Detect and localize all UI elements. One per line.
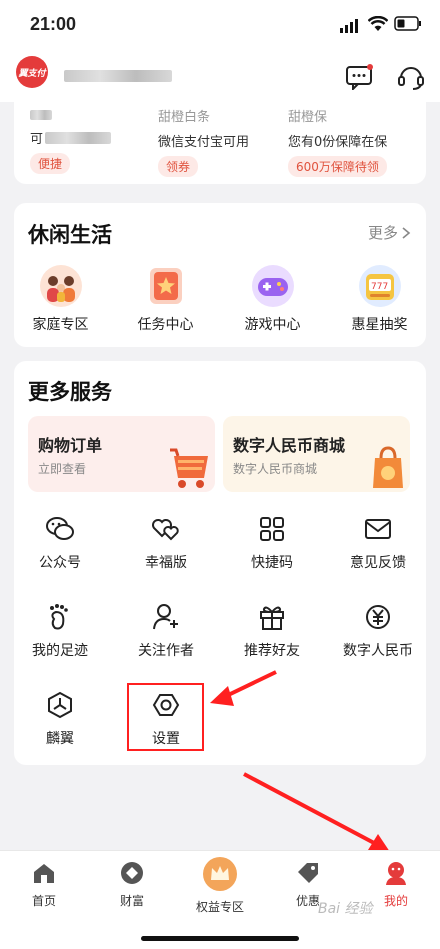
status-time: 21:00 [30, 14, 77, 34]
footprint-icon [45, 602, 75, 632]
service-digital-rmb-label: 数字人民币 [343, 643, 413, 659]
tag-icon [298, 863, 318, 883]
service-follow-author-label: 关注作者 [138, 643, 194, 659]
leisure-item-lottery[interactable]: 777 惠星抽奖 [327, 264, 432, 334]
service-official-account-label: 公众号 [39, 555, 81, 571]
banner-shopping-sub: 立即查看 [38, 462, 87, 476]
mail-icon [363, 514, 393, 544]
message-icon[interactable] [344, 62, 374, 92]
service-follow-author[interactable]: 关注作者 [116, 602, 216, 660]
finance-item-1-title-blurred [30, 110, 52, 120]
banner-shopping-title: 购物订单 [38, 436, 103, 455]
annotation-highlight-box [127, 683, 204, 751]
customer-service-icon[interactable] [396, 62, 426, 92]
home-icon [34, 864, 54, 883]
service-feedback-label: 意见反馈 [350, 555, 406, 571]
service-official-account[interactable]: 公众号 [10, 514, 110, 572]
tab-wealth-label: 财富 [119, 894, 144, 908]
signal-icon [340, 18, 362, 37]
gift-icon [257, 602, 287, 632]
annotation-arrow-profile [243, 772, 377, 846]
shopping-bag-icon [373, 446, 403, 488]
leisure-more-link[interactable]: 更多 [368, 222, 411, 243]
service-footprint[interactable]: 我的足迹 [10, 602, 110, 660]
wechat-icon [45, 514, 75, 544]
service-happy-edition-label: 幸福版 [145, 555, 187, 571]
banner-shopping-orders[interactable]: 购物订单 立即查看 [28, 416, 215, 492]
banner-ecny-sub: 数字人民币商城 [233, 462, 318, 476]
finance-item-1-pill: 便捷 [30, 153, 71, 174]
service-happy-edition[interactable]: 幸福版 [116, 514, 216, 572]
watermark: Bai 经验 [318, 901, 373, 917]
battery-icon [394, 16, 422, 35]
crown-icon [203, 857, 237, 891]
finance-item-2[interactable]: 甜橙白条 微信支付宝可用 领券 [158, 106, 249, 177]
follow-user-icon [151, 602, 181, 632]
hearts-icon [151, 514, 181, 544]
wealth-icon [121, 862, 143, 884]
leisure-item-task[interactable]: 任务中心 [113, 264, 218, 334]
finance-item-1-sub: 可 [30, 132, 44, 147]
shopping-cart-icon [170, 448, 208, 488]
finance-item-3[interactable]: 甜橙保 您有0份保障在保 600万保障待领 [288, 106, 387, 177]
banner-ecny-title: 数字人民币商城 [233, 436, 346, 455]
family-icon [39, 264, 83, 308]
leisure-item-family[interactable]: 家庭专区 [8, 264, 113, 334]
leisure-item-family-label: 家庭专区 [32, 317, 89, 333]
tab-benefits-label: 权益专区 [195, 900, 244, 914]
finance-item-1[interactable]: 可 便捷 [30, 106, 112, 174]
game-icon [251, 264, 295, 308]
svg-text:777: 777 [371, 282, 388, 292]
app-logo: 翼支付 [16, 56, 48, 88]
username-blurred [64, 70, 172, 82]
lottery-icon: 777 [358, 264, 402, 308]
leisure-item-task-label: 任务中心 [137, 317, 194, 333]
finance-item-2-pill: 领券 [158, 156, 199, 177]
leisure-more-label: 更多 [368, 224, 399, 242]
service-feedback[interactable]: 意见反馈 [328, 514, 428, 572]
finance-item-3-sub: 您有0份保障在保 [288, 135, 388, 150]
qr-grid-icon [257, 514, 287, 544]
home-indicator [141, 936, 299, 941]
service-quick-code[interactable]: 快捷码 [222, 514, 322, 572]
service-linyi-label: 麟翼 [46, 731, 74, 747]
yuan-icon [363, 602, 393, 632]
leisure-item-game-label: 游戏中心 [244, 317, 301, 333]
finance-item-2-title: 甜橙白条 [158, 110, 211, 125]
finance-item-1-sub-blurred [45, 131, 112, 144]
tab-benefits[interactable]: 权益专区 [180, 856, 260, 915]
leisure-item-lottery-label: 惠星抽奖 [351, 317, 408, 333]
tab-wealth[interactable]: 财富 [92, 860, 172, 909]
leisure-item-game[interactable]: 游戏中心 [220, 264, 325, 334]
service-digital-rmb[interactable]: 数字人民币 [328, 602, 428, 660]
service-linyi[interactable]: 麟翼 [10, 690, 110, 748]
tab-home-label: 首页 [31, 894, 56, 908]
finance-item-2-sub: 微信支付宝可用 [158, 135, 250, 150]
hexagon-y-icon [45, 690, 75, 720]
service-footprint-label: 我的足迹 [32, 643, 88, 659]
tab-home[interactable]: 首页 [4, 860, 84, 909]
services-title: 更多服务 [28, 380, 112, 404]
chevron-right-icon [402, 226, 411, 239]
leisure-title: 休闲生活 [28, 223, 112, 247]
finance-item-3-pill: 600万保障待领 [288, 156, 387, 177]
finance-item-3-title: 甜橙保 [288, 110, 328, 125]
service-quick-code-label: 快捷码 [251, 555, 293, 571]
profile-icon [386, 862, 406, 885]
banner-ecny-mall[interactable]: 数字人民币商城 数字人民币商城 [223, 416, 410, 492]
task-icon [144, 264, 188, 308]
service-recommend-friends-label: 推荐好友 [244, 643, 300, 659]
wifi-icon [367, 15, 389, 36]
service-recommend-friends[interactable]: 推荐好友 [222, 602, 322, 660]
